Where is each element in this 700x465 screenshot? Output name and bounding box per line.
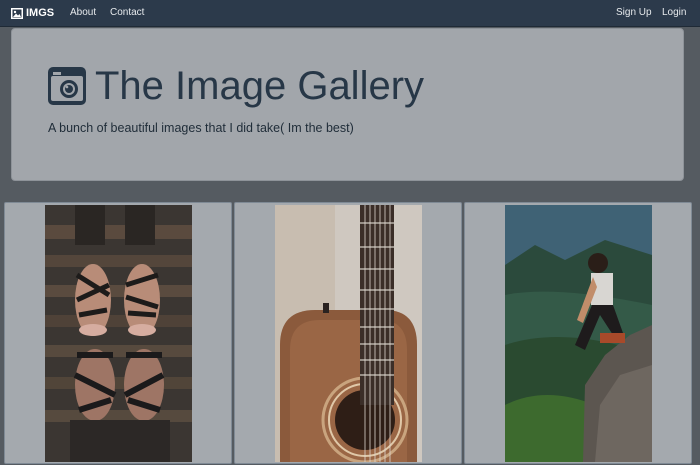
brand-link[interactable]: IMGS [11,6,54,20]
nav-link-contact[interactable]: Contact [110,7,144,18]
nav-link-about[interactable]: About [70,7,96,18]
man-on-cliff-photo[interactable] [505,205,652,462]
brand-label: IMGS [26,7,55,19]
image-icon [11,7,23,19]
nav-link-login[interactable]: Login [662,7,686,18]
nav-link-sign-up[interactable]: Sign Up [616,7,652,18]
feet-sandals-photo[interactable] [45,205,192,462]
camera-icon [48,67,86,105]
gallery-card[interactable] [234,202,462,464]
acoustic-guitar-photo[interactable] [275,205,422,462]
page-title: The Image Gallery [95,64,425,108]
navbar: IMGS About Contact Sign Up Login [0,0,700,27]
gallery-card[interactable] [4,202,232,464]
jumbotron: The Image Gallery A bunch of beautiful i… [11,28,684,181]
gallery-card[interactable] [464,202,692,464]
page-subtitle: A bunch of beautiful images that I did t… [48,121,354,135]
